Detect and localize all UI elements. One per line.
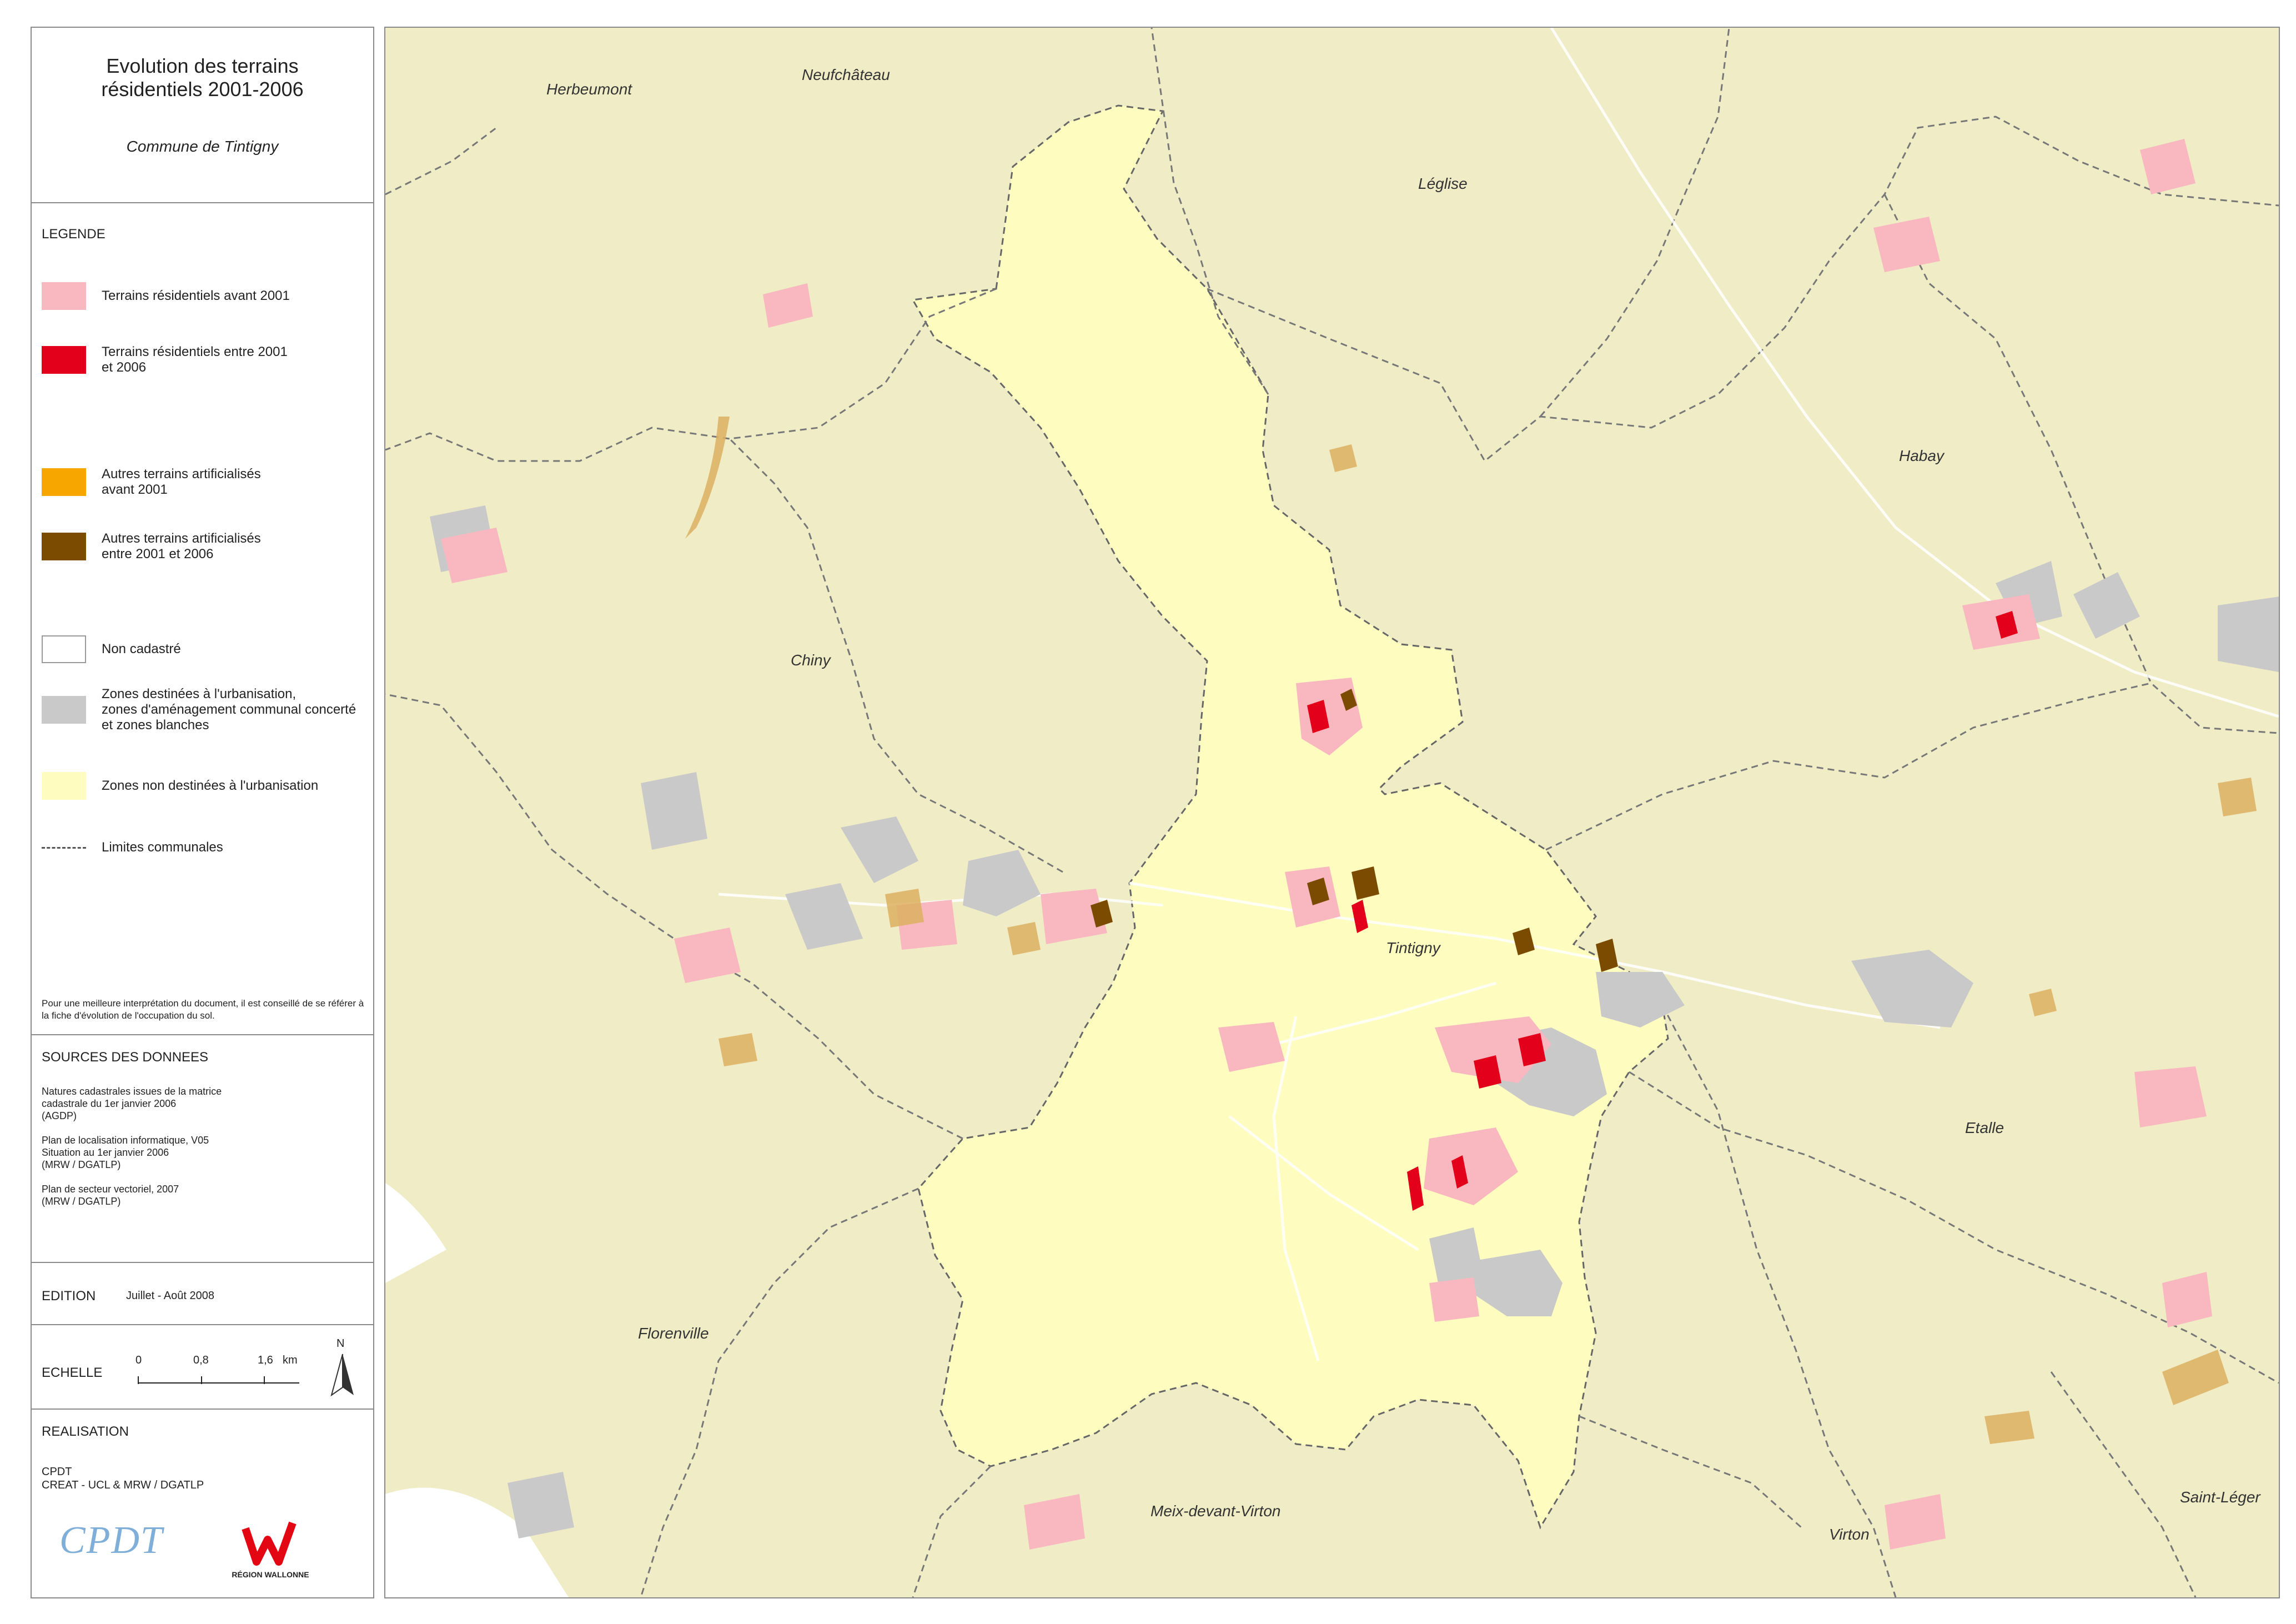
legend-label: Zones non destinées à l'urbanisation bbox=[102, 778, 319, 793]
title-line-1: Evolution des terrains bbox=[106, 54, 299, 77]
place-habay: Habay bbox=[1899, 447, 1945, 464]
place-herbeumont: Herbeumont bbox=[546, 81, 632, 98]
legend-item-artificial-2001-2006: Autres terrains artificialisés entre 200… bbox=[42, 531, 261, 562]
sources-heading: SOURCES DES DONNEES bbox=[42, 1050, 209, 1065]
realisation-text: CPDT CREAT - UCL & MRW / DGATLP bbox=[42, 1466, 204, 1491]
rooster-icon bbox=[242, 1521, 297, 1566]
sidebar: Evolution des terrains résidentiels 2001… bbox=[31, 27, 375, 1598]
scale-bar bbox=[138, 1376, 299, 1384]
legend-label: Zones destinées à l'urbanisation, zones … bbox=[102, 686, 356, 733]
legend-heading: LEGENDE bbox=[42, 227, 105, 242]
legend-label: Autres terrains artificialisés avant 200… bbox=[102, 467, 261, 497]
legend-label: Limites communales bbox=[102, 840, 223, 855]
place-neufchateau: Neufchâteau bbox=[802, 66, 890, 83]
place-virton: Virton bbox=[1829, 1526, 1870, 1543]
region-wallonne-logo: RÉGION WALLONNE bbox=[226, 1517, 315, 1595]
legend-note: Pour une meilleure interprétation du doc… bbox=[42, 998, 364, 1021]
edition-heading: EDITION bbox=[42, 1289, 96, 1304]
place-leglise: Léglise bbox=[1418, 175, 1468, 192]
place-meix-devant-virton: Meix-devant-Virton bbox=[1150, 1502, 1280, 1520]
realisation-panel: REALISATION CPDT CREAT - UCL & MRW / DGA… bbox=[31, 1409, 374, 1598]
legend-swatch bbox=[42, 282, 86, 310]
legend-label: Terrains résidentiels avant 2001 bbox=[102, 288, 290, 303]
realisation-heading: REALISATION bbox=[42, 1424, 129, 1439]
place-saint-leger: Saint-Léger bbox=[2180, 1488, 2261, 1506]
region-wallonne-text: RÉGION WALLONNE bbox=[232, 1570, 309, 1579]
place-tintigny: Tintigny bbox=[1386, 939, 1441, 956]
sources-panel: SOURCES DES DONNEES Natures cadastrales … bbox=[31, 1034, 374, 1263]
legend-swatch bbox=[42, 468, 86, 496]
legend-item-communal-limits: Limites communales bbox=[42, 840, 223, 855]
map-frame: Herbeumont Neufchâteau Léglise Habay Chi… bbox=[384, 27, 2280, 1598]
place-etalle: Etalle bbox=[1965, 1119, 2004, 1136]
title-line-2: résidentiels 2001-2006 bbox=[101, 78, 304, 101]
scale-unit: km bbox=[283, 1354, 298, 1366]
scale-tick-0: 0 bbox=[135, 1354, 142, 1366]
legend-item-non-cadastre: Non cadastré bbox=[42, 635, 181, 663]
legend-item-urbanisation-zones: Zones destinées à l'urbanisation, zones … bbox=[42, 686, 356, 733]
legend-item-non-urbanisation-zones: Zones non destinées à l'urbanisation bbox=[42, 772, 318, 800]
map-canvas: Herbeumont Neufchâteau Léglise Habay Chi… bbox=[385, 28, 2279, 1597]
edition-date: Juillet - Août 2008 bbox=[126, 1290, 214, 1302]
place-florenville: Florenville bbox=[638, 1325, 709, 1342]
legend-swatch bbox=[42, 346, 86, 374]
scale-tick-1: 0,8 bbox=[193, 1354, 209, 1366]
scale-heading: ECHELLE bbox=[42, 1365, 103, 1380]
title-panel: Evolution des terrains résidentiels 2001… bbox=[31, 27, 374, 203]
map-subtitle: Commune de Tintigny bbox=[126, 138, 279, 155]
scale-tick-2: 1,6 bbox=[258, 1354, 273, 1366]
legend-swatch bbox=[42, 533, 86, 560]
north-arrow-icon bbox=[330, 1354, 354, 1397]
legend-label: Terrains résidentiels entre 2001 et 2006 bbox=[102, 344, 288, 375]
place-chiny: Chiny bbox=[791, 651, 832, 669]
legend-item-residential-2001-2006: Terrains résidentiels entre 2001 et 2006 bbox=[42, 344, 288, 375]
legend-panel: LEGENDE Terrains résidentiels avant 2001… bbox=[31, 202, 374, 1035]
sources-text: Natures cadastrales issues de la matrice… bbox=[42, 1086, 222, 1207]
cpdt-logo-text: CPDT bbox=[59, 1519, 163, 1562]
map-title: Evolution des terrains résidentiels 2001… bbox=[32, 54, 373, 101]
north-label: N bbox=[336, 1337, 345, 1350]
legend-label: Non cadastré bbox=[102, 641, 181, 656]
legend-label: Autres terrains artificialisés entre 200… bbox=[102, 531, 261, 562]
scale-panel: ECHELLE 0 0,8 1,6 km N bbox=[31, 1324, 374, 1410]
legend-swatch bbox=[42, 772, 86, 800]
legend-item-artificial-before-2001: Autres terrains artificialisés avant 200… bbox=[42, 467, 261, 498]
cpdt-logo: CPDT bbox=[59, 1518, 184, 1580]
edition-panel: EDITION Juillet - Août 2008 bbox=[31, 1262, 374, 1325]
legend-item-residential-before-2001: Terrains résidentiels avant 2001 bbox=[42, 282, 290, 310]
legend-dash-swatch bbox=[42, 846, 86, 849]
legend-swatch bbox=[42, 696, 86, 724]
legend-swatch bbox=[42, 635, 86, 663]
